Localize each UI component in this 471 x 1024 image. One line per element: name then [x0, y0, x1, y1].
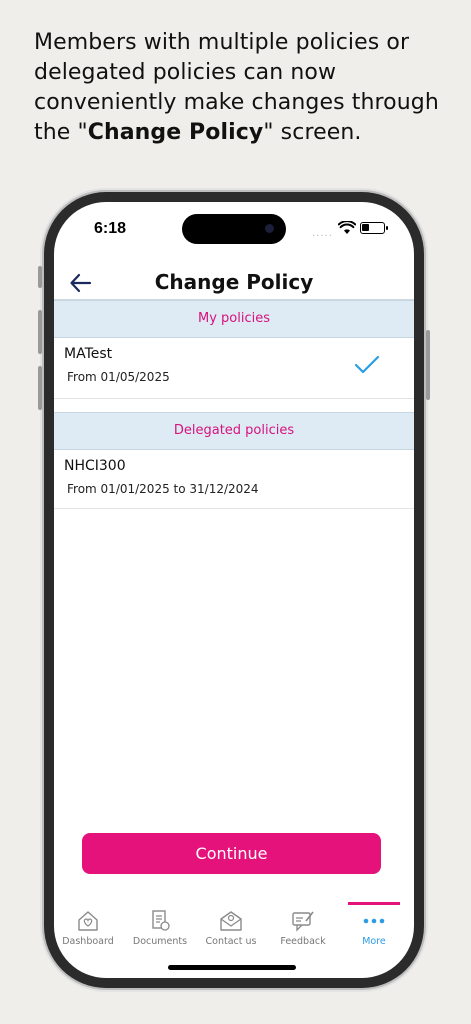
- continue-button[interactable]: Continue: [82, 833, 381, 874]
- feedback-icon: [292, 911, 314, 932]
- app-screen: 6:18 ..... Change Policy My policies MAT…: [54, 202, 414, 978]
- home-heart-icon: [78, 911, 98, 931]
- phone-volume-down-button: [38, 366, 42, 410]
- section-delegated-policies: Delegated policies: [54, 412, 414, 450]
- promo-bold-text: Change Policy: [87, 120, 264, 145]
- tab-label: Feedback: [280, 936, 326, 947]
- tab-label: More: [362, 936, 386, 947]
- tab-label: Dashboard: [62, 936, 114, 947]
- tab-more[interactable]: More: [338, 902, 410, 958]
- tab-label: Contact us: [205, 936, 257, 947]
- mail-contact-icon: [220, 911, 242, 931]
- signal-icon: .....: [312, 228, 333, 239]
- phone-frame: 6:18 ..... Change Policy My policies MAT…: [38, 192, 430, 988]
- tab-contact-us[interactable]: Contact us: [195, 902, 267, 958]
- policy-range: From 01/01/2025 to 31/12/2024: [67, 482, 259, 496]
- tab-feedback[interactable]: Feedback: [267, 902, 339, 958]
- tab-label: Documents: [132, 936, 188, 947]
- page-title: Change Policy: [154, 270, 314, 294]
- camera-icon: [265, 224, 274, 233]
- wifi-icon: [338, 221, 356, 234]
- policy-row[interactable]: NHCI300 From 01/01/2025 to 31/12/2024: [54, 450, 414, 509]
- tab-dashboard[interactable]: Dashboard: [54, 902, 124, 958]
- tab-bar: Dashboard Documents Contact us Feedback …: [54, 902, 414, 962]
- tab-documents[interactable]: Documents: [124, 902, 196, 958]
- documents-icon: [152, 910, 170, 931]
- phone-power-button: [426, 330, 430, 400]
- section-my-policies: My policies: [54, 300, 414, 338]
- status-time: 6:18: [94, 220, 127, 237]
- status-bar: 6:18 .....: [54, 202, 414, 258]
- promo-text: Members with multiple policies or delega…: [34, 30, 439, 145]
- checkmark-icon: [354, 355, 380, 374]
- policy-range: From 01/05/2025: [67, 370, 170, 384]
- phone-action-button: [38, 266, 42, 288]
- policy-name: MATest: [64, 346, 113, 362]
- home-indicator: [168, 965, 296, 970]
- policy-name: NHCI300: [64, 458, 126, 474]
- battery-icon: [360, 222, 388, 234]
- policy-row[interactable]: MATest From 01/05/2025: [54, 338, 414, 399]
- dynamic-island: [182, 214, 286, 244]
- phone-volume-up-button: [38, 310, 42, 354]
- more-dots-icon: [363, 918, 385, 924]
